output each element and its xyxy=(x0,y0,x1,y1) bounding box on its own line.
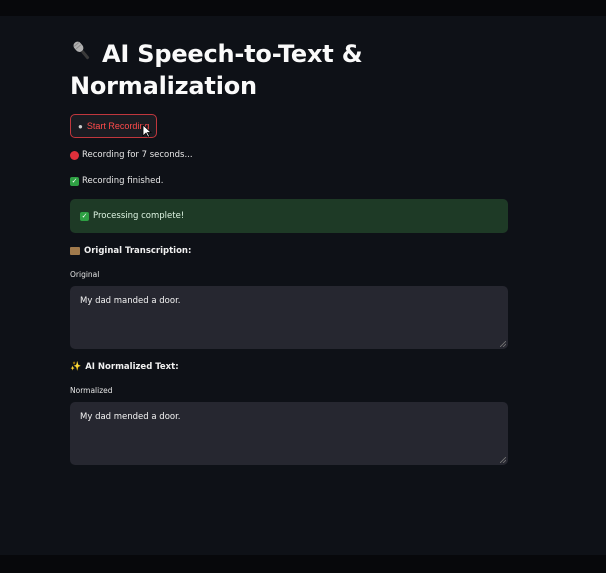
original-field-label: Original xyxy=(70,270,100,279)
original-transcription-heading: Original Transcription: xyxy=(70,246,508,256)
resize-handle-icon[interactable] xyxy=(500,457,506,463)
finished-status: ✓ Recording finished. xyxy=(70,175,508,187)
check-mark-icon: ✓ xyxy=(70,176,79,186)
resize-handle-icon[interactable] xyxy=(500,341,506,347)
microphone-icon: ● xyxy=(78,121,83,131)
page-title: AI Speech-to-Text & Normalization xyxy=(70,38,508,102)
check-mark-icon: ✓ xyxy=(80,211,89,221)
normalized-textarea-value: My dad mended a door. xyxy=(80,412,181,422)
processing-success-alert: ✓ Processing complete! xyxy=(70,199,508,233)
recording-status: Recording for 7 seconds... xyxy=(70,149,508,161)
bottom-edge xyxy=(0,555,606,573)
main-content: AI Speech-to-Text & Normalization ● Star… xyxy=(70,38,508,465)
normalized-text-heading: ✨ AI Normalized Text: xyxy=(70,362,508,372)
page-title-text: AI Speech-to-Text & Normalization xyxy=(70,40,363,100)
processing-status-text: Processing complete! xyxy=(93,211,185,221)
normalized-field-label: Normalized xyxy=(70,386,113,395)
start-recording-label: Start Recording xyxy=(86,121,150,131)
microphone-icon xyxy=(70,38,98,70)
top-edge xyxy=(0,0,606,16)
normalized-heading-text: AI Normalized Text: xyxy=(85,362,179,372)
original-textarea-value: My dad manded a door. xyxy=(80,296,181,306)
recording-status-text: Recording for 7 seconds... xyxy=(82,150,193,160)
mouse-cursor-icon xyxy=(142,124,152,138)
red-circle-icon xyxy=(70,150,79,160)
film-icon xyxy=(70,247,80,255)
original-heading-text: Original Transcription: xyxy=(84,246,192,256)
original-textarea[interactable]: My dad manded a door. xyxy=(70,286,508,349)
normalized-textarea[interactable]: My dad mended a door. xyxy=(70,402,508,465)
app-page: AI Speech-to-Text & Normalization ● Star… xyxy=(0,0,606,573)
sparkles-icon: ✨ xyxy=(70,362,82,372)
finished-status-text: Recording finished. xyxy=(82,176,164,186)
